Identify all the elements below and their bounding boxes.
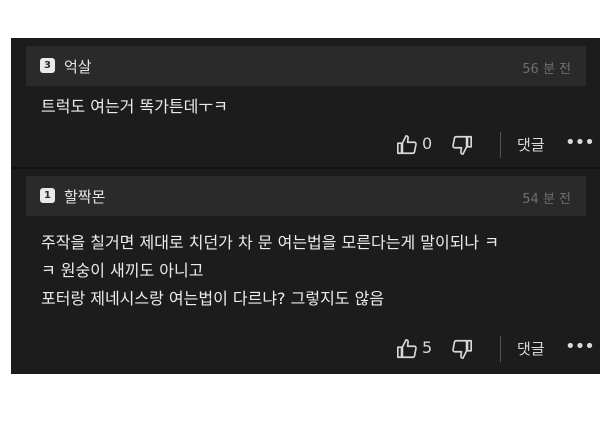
comment-line: 포터랑 제네시스랑 여는법이 다르냐? 그렇지도 않음 <box>41 289 385 308</box>
user-level-badge: 1 <box>40 188 55 203</box>
comment-line: ㅋ 원숭이 새끼도 아니고 <box>41 261 204 280</box>
comment-text: 주작을 칠거면 제대로 치던가 차 문 여는법을 모른다는게 말이되나 ㅋㅋ 원… <box>41 229 499 313</box>
comment-header: 1 할짝몬 54 분 전 <box>26 176 586 216</box>
like-count: 5 <box>422 338 433 357</box>
comment-panel: 3 억살 56 분 전 트럭도 여는거 똑가튼데ㅜㅋ 0 댓글 ••• 1 할짝… <box>11 38 600 374</box>
thumbs-down-icon[interactable] <box>451 338 473 360</box>
timestamp: 56 분 전 <box>522 62 571 77</box>
comment-actions: 0 댓글 ••• <box>11 130 600 160</box>
comment-item: 3 억살 56 분 전 트럭도 여는거 똑가튼데ㅜㅋ 0 댓글 ••• <box>11 38 600 170</box>
thumbs-up-icon[interactable] <box>396 134 418 156</box>
more-options-icon[interactable]: ••• <box>565 132 595 153</box>
username[interactable]: 억살 <box>64 56 92 77</box>
user-level-badge: 3 <box>40 58 55 73</box>
comment-text: 트럭도 여는거 똑가튼데ㅜㅋ <box>41 93 228 121</box>
more-options-icon[interactable]: ••• <box>565 336 595 357</box>
timestamp: 54 분 전 <box>522 192 571 207</box>
thumbs-up-icon[interactable] <box>396 338 418 360</box>
comment-line: 트럭도 여는거 똑가튼데ㅜㅋ <box>41 97 228 116</box>
like-count: 0 <box>422 134 433 153</box>
action-divider <box>500 336 501 362</box>
comment-line: 주작을 칠거면 제대로 치던가 차 문 여는법을 모른다는게 말이되나 ㅋ <box>41 233 499 252</box>
reply-button[interactable]: 댓글 <box>517 338 545 359</box>
comment-item: 1 할짝몬 54 분 전 주작을 칠거면 제대로 치던가 차 문 여는법을 모른… <box>11 170 600 374</box>
thumbs-down-icon[interactable] <box>451 134 473 156</box>
username[interactable]: 할짝몬 <box>64 186 105 207</box>
comment-header: 3 억살 56 분 전 <box>26 46 586 86</box>
comment-actions: 5 댓글 ••• <box>11 334 600 364</box>
action-divider <box>500 132 501 158</box>
comment-divider <box>11 167 600 169</box>
reply-button[interactable]: 댓글 <box>517 134 545 155</box>
